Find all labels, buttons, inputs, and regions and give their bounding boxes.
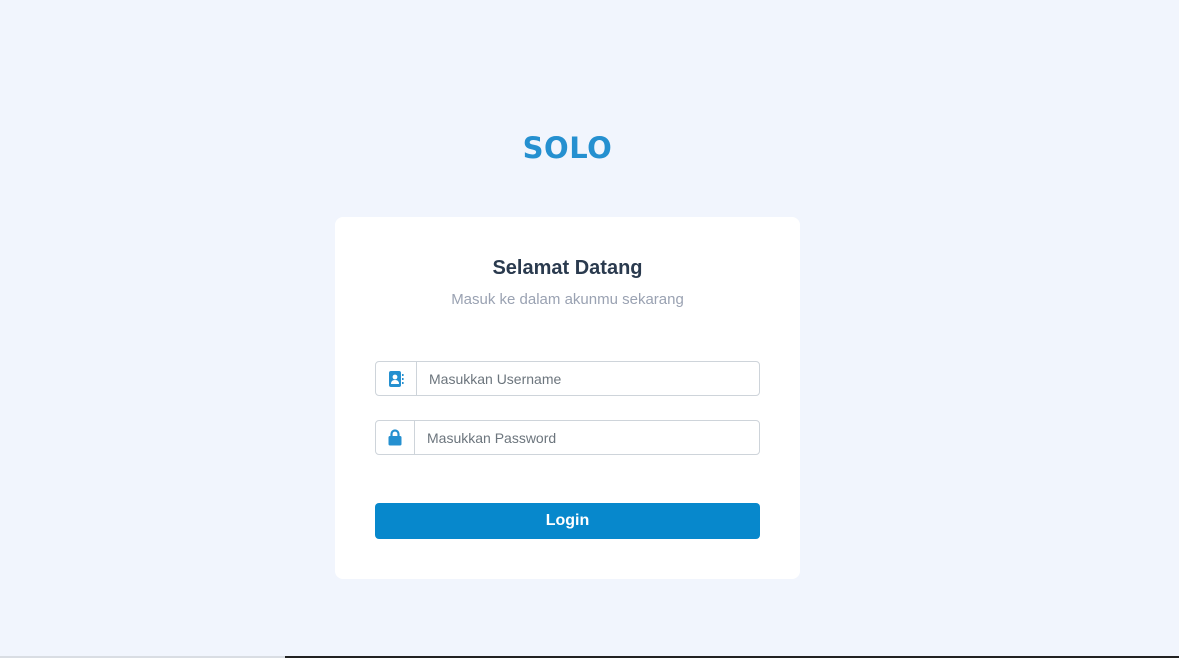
username-field-group	[375, 361, 760, 396]
username-input[interactable]	[417, 362, 759, 395]
card-title: Selamat Datang	[492, 257, 643, 279]
login-button[interactable]: Login	[375, 503, 760, 539]
password-field-group	[375, 420, 760, 455]
brand-logo: SOLO	[522, 131, 613, 165]
address-card-icon	[376, 362, 417, 395]
lock-icon	[376, 421, 415, 454]
login-card: Selamat Datang Masuk ke dalam akunmu sek…	[335, 217, 800, 579]
login-page: SOLO Selamat Datang Masuk ke dalam akunm…	[0, 0, 1179, 658]
password-input[interactable]	[415, 421, 759, 454]
card-subtitle: Masuk ke dalam akunmu sekarang	[451, 291, 684, 308]
